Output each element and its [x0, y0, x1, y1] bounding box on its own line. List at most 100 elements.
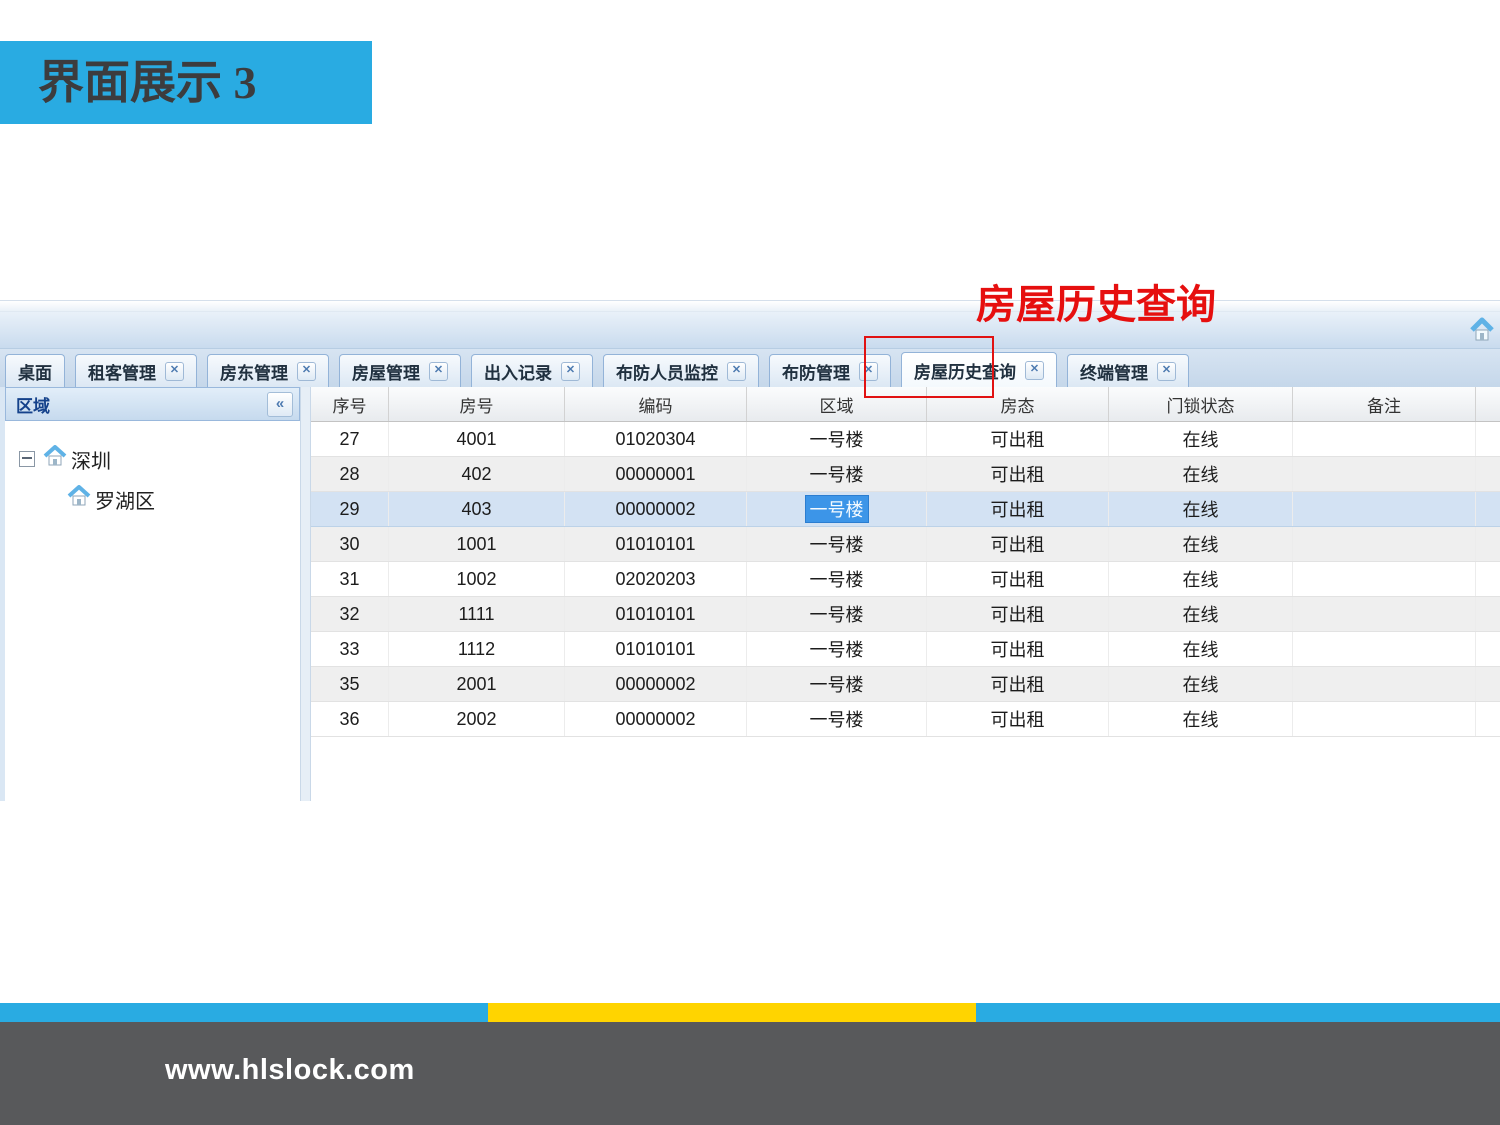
tab-terminal-management[interactable]: 终端管理✕ — [1067, 354, 1189, 387]
sidebar-splitter[interactable] — [300, 387, 311, 801]
tab-house-management[interactable]: 房屋管理 ✕ — [339, 354, 461, 387]
collapse-sidebar-button[interactable]: « — [267, 392, 293, 417]
table-body: 27400101020304一号楼可出租在线2840200000001一号楼可出… — [311, 422, 1500, 737]
tree-node-label: 深圳 — [71, 445, 111, 474]
footer-stripe — [0, 1003, 1500, 1022]
table-cell: 29 — [311, 492, 389, 526]
table-cell: 35 — [311, 667, 389, 701]
table-cell: 1112 — [389, 632, 565, 666]
close-icon[interactable]: ✕ — [429, 362, 448, 381]
table-cell: 01010101 — [565, 597, 747, 631]
slide: 界面展示 3 房屋历史查询 桌面租客管理✕房东管理✕房屋管理✕出入记录✕布防人员… — [0, 0, 1500, 1125]
stripe-blue-left — [0, 1003, 488, 1022]
table-cell — [1293, 562, 1476, 596]
column-header-0[interactable]: 序号 — [311, 387, 389, 421]
tab-guard-management[interactable]: 布防管理 ✕ — [769, 354, 891, 387]
column-header-filler — [1476, 387, 1500, 421]
table-cell: 00000002 — [565, 492, 747, 526]
table-row[interactable]: 31100202020203一号楼可出租在线 — [311, 562, 1500, 597]
table-cell: 30 — [311, 527, 389, 561]
table-cell: 一号楼 — [747, 527, 927, 561]
table-cell: 可出租 — [927, 527, 1109, 561]
table-cell: 36 — [311, 702, 389, 736]
tab-access-records[interactable]: 出入记录 ✕ — [471, 354, 593, 387]
table-cell: 2001 — [389, 667, 565, 701]
table-cell: 一号楼 — [747, 457, 927, 491]
table-cell: 00000001 — [565, 457, 747, 491]
table-cell: 1002 — [389, 562, 565, 596]
stripe-yellow — [488, 1003, 976, 1022]
tab-label: 布防人员监控 — [616, 359, 718, 384]
tab-label: 布防管理 — [782, 359, 850, 384]
table-row[interactable]: 2840200000001一号楼可出租在线 — [311, 457, 1500, 492]
table-header-row: 序号房号编码区域房态门锁状态备注 — [311, 387, 1500, 422]
tree-node-luohu-district[interactable]: 罗湖区 — [5, 479, 300, 519]
table-cell — [1293, 667, 1476, 701]
region-tree: 深圳罗湖区 — [5, 421, 300, 801]
table-cell: 可出租 — [927, 667, 1109, 701]
sidebar-header: 区域 « — [5, 387, 300, 421]
table-cell: 01010101 — [565, 632, 747, 666]
column-header-6[interactable]: 备注 — [1293, 387, 1476, 421]
column-header-2[interactable]: 编码 — [565, 387, 747, 421]
table-row[interactable]: 36200200000002一号楼可出租在线 — [311, 702, 1500, 737]
column-header-1[interactable]: 房号 — [389, 387, 565, 421]
column-header-4[interactable]: 房态 — [927, 387, 1109, 421]
tab-guard-personnel-monitor[interactable]: 布防人员监控 ✕ — [603, 354, 759, 387]
table-cell: 在线 — [1109, 422, 1293, 456]
table-cell: 2002 — [389, 702, 565, 736]
table-cell: 01020304 — [565, 422, 747, 456]
table-cell: 一号楼 — [747, 562, 927, 596]
close-icon[interactable]: ✕ — [1025, 361, 1044, 380]
tab-label: 租客管理 — [88, 359, 156, 384]
tree-node-shenzhen[interactable]: 深圳 — [5, 439, 300, 479]
house-table: 序号房号编码区域房态门锁状态备注 27400101020304一号楼可出租在线2… — [311, 387, 1500, 801]
close-icon[interactable]: ✕ — [561, 362, 580, 381]
table-cell: 可出租 — [927, 702, 1109, 736]
slide-title-banner: 界面展示 3 — [0, 41, 372, 124]
table-cell: 00000002 — [565, 667, 747, 701]
tab-label: 房屋管理 — [352, 359, 420, 384]
page-title: 界面展示 3 — [0, 41, 372, 124]
table-cell: 一号楼 — [747, 597, 927, 631]
table-cell: 1111 — [389, 597, 565, 631]
table-cell — [1293, 422, 1476, 456]
table-cell: 一号楼 — [747, 422, 927, 456]
table-cell: 可出租 — [927, 457, 1109, 491]
table-cell: 01010101 — [565, 527, 747, 561]
tab-house-history-query[interactable]: 房屋历史查询✕ — [901, 352, 1057, 387]
table-row[interactable]: 30100101010101一号楼可出租在线 — [311, 527, 1500, 562]
table-cell: 可出租 — [927, 597, 1109, 631]
table-row[interactable]: 27400101020304一号楼可出租在线 — [311, 422, 1500, 457]
table-cell: 一号楼 — [747, 667, 927, 701]
close-icon[interactable]: ✕ — [859, 362, 878, 381]
close-icon[interactable]: ✕ — [1157, 362, 1176, 381]
column-header-5[interactable]: 门锁状态 — [1109, 387, 1293, 421]
table-row[interactable]: 2940300000002一号楼可出租在线 — [311, 492, 1500, 527]
close-icon[interactable]: ✕ — [727, 362, 746, 381]
main-area: 区域 « 深圳罗湖区 序号房号编码区域房态门锁状态备注 274001010203… — [0, 387, 1500, 801]
table-row[interactable]: 33111201010101一号楼可出租在线 — [311, 632, 1500, 667]
table-row[interactable]: 32111101010101一号楼可出租在线 — [311, 597, 1500, 632]
table-cell: 31 — [311, 562, 389, 596]
table-cell: 1001 — [389, 527, 565, 561]
table-row[interactable]: 35200100000002一号楼可出租在线 — [311, 667, 1500, 702]
close-icon[interactable]: ✕ — [165, 362, 184, 381]
window-top-strip — [0, 301, 1500, 312]
table-cell: 33 — [311, 632, 389, 666]
tab-landlord-management[interactable]: 房东管理✕ — [207, 354, 329, 387]
selected-cell-value: 一号楼 — [805, 495, 869, 523]
column-header-3[interactable]: 区域 — [747, 387, 927, 421]
tab-desktop[interactable]: 桌面 — [5, 354, 65, 387]
table-cell: 一号楼 — [747, 492, 927, 526]
tab-tenant-management[interactable]: 租客管理 ✕ — [75, 354, 197, 387]
footer-url: www.hlslock.com — [165, 1054, 415, 1087]
table-cell: 可出租 — [927, 562, 1109, 596]
tab-label: 出入记录 — [484, 359, 552, 384]
table-cell: 在线 — [1109, 702, 1293, 736]
table-cell: 4001 — [389, 422, 565, 456]
home-icon[interactable] — [1469, 317, 1495, 343]
tree-expander-icon[interactable] — [19, 451, 35, 467]
app-screenshot: 桌面租客管理✕房东管理✕房屋管理✕出入记录✕布防人员监控✕布防管理✕房屋历史查询… — [0, 300, 1500, 801]
close-icon[interactable]: ✕ — [297, 362, 316, 381]
